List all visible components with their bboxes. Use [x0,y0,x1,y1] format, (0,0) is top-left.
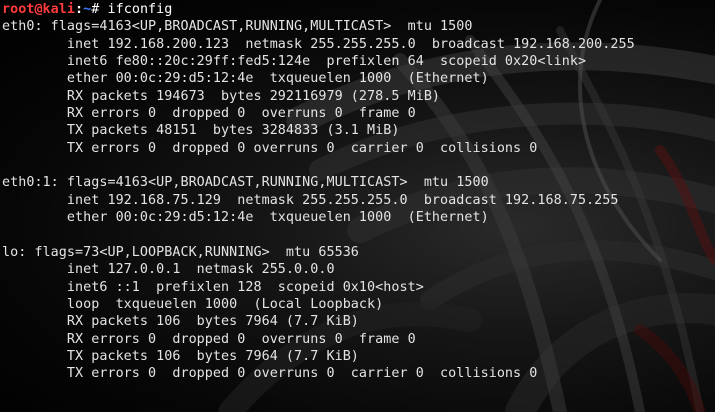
output-line: ether 00:0c:29:d5:12:4e txqueuelen 1000 … [2,210,489,226]
output-line: TX errors 0 dropped 0 overruns 0 carrier… [2,140,538,156]
output-line: inet 127.0.0.1 netmask 255.0.0.0 [2,262,335,278]
output-line: inet6 fe80::20c:29ff:fed5:124e prefixlen… [2,54,587,70]
output-line: RX packets 194673 bytes 292116979 (278.5… [2,88,441,104]
prompt-user-host: root@kali [2,2,76,17]
output-line: TX packets 48151 bytes 3284833 (3.1 MiB) [2,123,400,139]
output-line: inet 192.168.200.123 netmask 255.255.255… [2,36,635,52]
output-line: TX packets 106 bytes 7964 (7.7 KiB) [2,348,359,364]
output-line: RX errors 0 dropped 0 overruns 0 frame 0 [2,331,416,347]
terminal-window[interactable]: root@kali:~# ifconfig eth0: flags=4163<U… [0,0,715,412]
terminal-output: root@kali:~# ifconfig eth0: flags=4163<U… [2,1,715,412]
output-line: TX errors 0 dropped 0 overruns 0 carrier… [2,366,538,382]
output-line: ether 00:0c:29:d5:12:4e txqueuelen 1000 … [2,71,489,87]
command-text: ifconfig [107,2,173,17]
output-line: loop txqueuelen 1000 (Local Loopback) [2,296,384,312]
output-line: lo: flags=73<UP,LOOPBACK,RUNNING> mtu 65… [2,244,359,260]
output-line: eth0: flags=4163<UP,BROADCAST,RUNNING,MU… [2,19,473,35]
prompt-symbol: # [91,2,108,17]
prompt-separator: : [75,2,84,17]
output-line: inet6 ::1 prefixlen 128 scopeid 0x10<hos… [2,279,424,295]
output-line: RX packets 106 bytes 7964 (7.7 KiB) [2,314,359,330]
output-line: eth0:1: flags=4163<UP,BROADCAST,RUNNING,… [2,175,489,191]
output-line: inet 192.168.75.129 netmask 255.255.255.… [2,192,619,208]
output-line: RX errors 0 dropped 0 overruns 0 frame 0 [2,106,416,122]
prompt-line: root@kali:~# ifconfig [2,1,715,18]
